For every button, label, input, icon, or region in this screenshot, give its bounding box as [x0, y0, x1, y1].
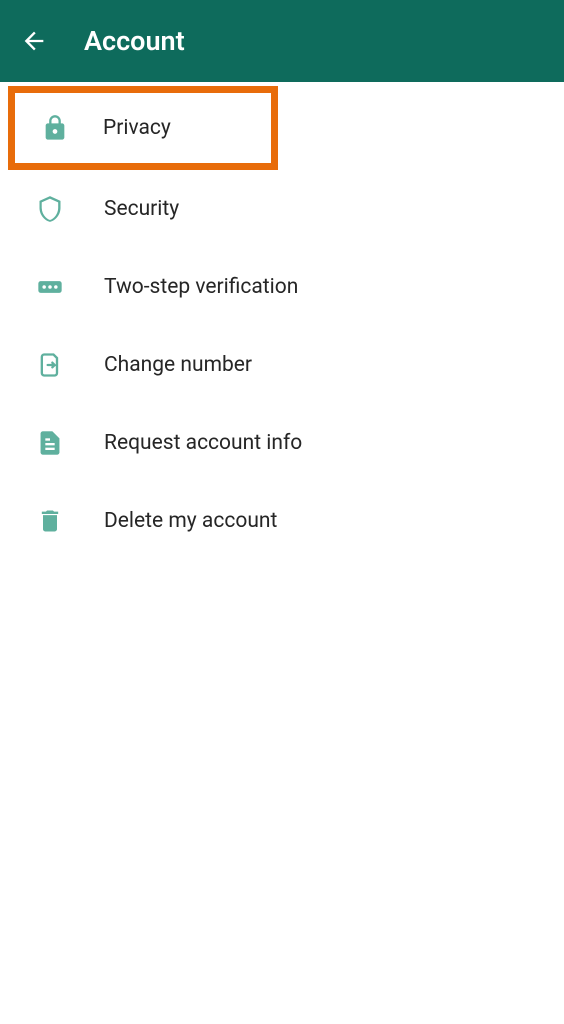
lock-icon — [37, 110, 73, 146]
menu-item-request-info[interactable]: Request account info — [0, 404, 564, 482]
menu-item-security[interactable]: Security — [0, 170, 564, 248]
menu-label: Delete my account — [104, 509, 277, 533]
menu-item-delete-account[interactable]: Delete my account — [0, 482, 564, 560]
arrow-back-icon — [20, 27, 48, 55]
menu-item-two-step[interactable]: Two-step verification — [0, 248, 564, 326]
menu-label: Privacy — [103, 116, 171, 140]
shield-icon — [32, 191, 68, 227]
menu-label: Change number — [104, 353, 252, 377]
page-title: Account — [84, 25, 185, 57]
app-header: Account — [0, 0, 564, 82]
dots-icon — [32, 269, 68, 305]
menu-label: Security — [104, 197, 179, 221]
document-icon — [32, 425, 68, 461]
menu-item-privacy[interactable]: Privacy — [8, 86, 278, 170]
menu-label: Request account info — [104, 431, 302, 455]
back-button[interactable] — [20, 27, 48, 55]
menu-item-change-number[interactable]: Change number — [0, 326, 564, 404]
trash-icon — [32, 503, 68, 539]
account-menu: Privacy Security Two-step verification — [0, 82, 564, 560]
menu-label: Two-step verification — [104, 275, 298, 299]
sim-swap-icon — [32, 347, 68, 383]
